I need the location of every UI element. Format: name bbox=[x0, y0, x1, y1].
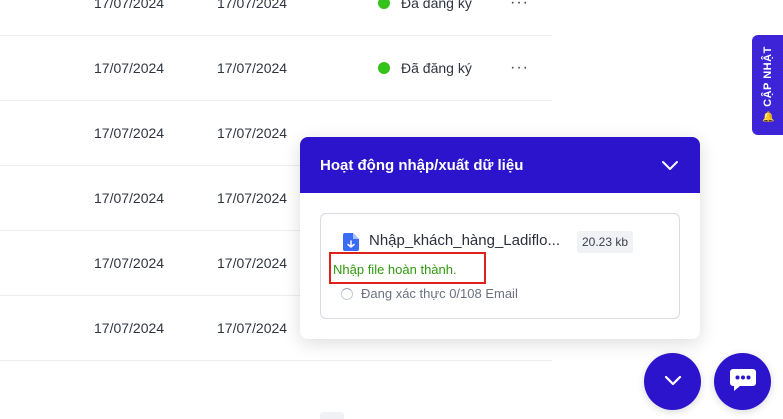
updated-date: 17/07/2024 bbox=[217, 255, 288, 271]
collapse-panel-button[interactable] bbox=[644, 353, 701, 410]
table-row: 17/07/2024 17/07/2024 Đã đăng ký ··· bbox=[0, 36, 552, 101]
chat-button[interactable] bbox=[714, 353, 771, 410]
bell-icon: 🔔 bbox=[761, 111, 774, 123]
import-status: Nhập file hoàn thành. bbox=[333, 262, 457, 277]
import-export-panel: Hoạt động nhập/xuất dữ liệu Nhập_khách_h… bbox=[300, 137, 700, 339]
row-more-button[interactable]: ··· bbox=[510, 36, 529, 100]
file-icon bbox=[343, 233, 359, 251]
chevron-down-icon bbox=[661, 368, 685, 395]
created-date: 17/07/2024 bbox=[94, 255, 165, 271]
updated-date: 17/07/2024 bbox=[217, 320, 288, 336]
chevron-down-icon[interactable] bbox=[660, 155, 680, 175]
updated-date: 17/07/2024 bbox=[217, 125, 288, 141]
spinner-icon bbox=[341, 287, 353, 300]
pagination-peek bbox=[320, 412, 344, 419]
status-cell: Đã đăng ký bbox=[378, 36, 472, 100]
status-cell: Đã đăng ký bbox=[378, 0, 472, 35]
verify-text: Đang xác thực 0/108 Email bbox=[361, 286, 518, 301]
panel-title: Hoạt động nhập/xuất dữ liệu bbox=[320, 156, 524, 174]
panel-header: Hoạt động nhập/xuất dữ liệu bbox=[300, 137, 700, 193]
status-dot-icon bbox=[378, 62, 390, 74]
row-more-button[interactable]: ··· bbox=[510, 0, 529, 35]
status-label: Đã đăng ký bbox=[401, 60, 472, 76]
created-date: 17/07/2024 bbox=[94, 0, 165, 11]
status-label: Đã đăng ký bbox=[401, 0, 472, 11]
table-row: 17/07/2024 17/07/2024 Đã đăng ký ··· bbox=[0, 0, 552, 36]
side-tab-label: CẬP NHẬT bbox=[761, 46, 774, 107]
updated-date: 17/07/2024 bbox=[217, 60, 288, 76]
status-dot-icon bbox=[378, 0, 390, 9]
created-date: 17/07/2024 bbox=[94, 190, 165, 206]
file-size-badge: 20.23 kb bbox=[577, 231, 634, 253]
created-date: 17/07/2024 bbox=[94, 125, 165, 141]
updated-date: 17/07/2024 bbox=[217, 190, 288, 206]
file-name[interactable]: Nhập_khách_hàng_Ladiflo... bbox=[369, 232, 560, 249]
updated-date: 17/07/2024 bbox=[217, 0, 288, 11]
chat-icon bbox=[729, 367, 757, 396]
updates-side-tab[interactable]: 🔔 CẬP NHẬT bbox=[752, 35, 783, 135]
verify-progress: Đang xác thực 0/108 Email bbox=[341, 286, 518, 301]
created-date: 17/07/2024 bbox=[94, 60, 165, 76]
created-date: 17/07/2024 bbox=[94, 320, 165, 336]
file-job-card: Nhập_khách_hàng_Ladiflo... 20.23 kb Nhập… bbox=[320, 213, 680, 319]
